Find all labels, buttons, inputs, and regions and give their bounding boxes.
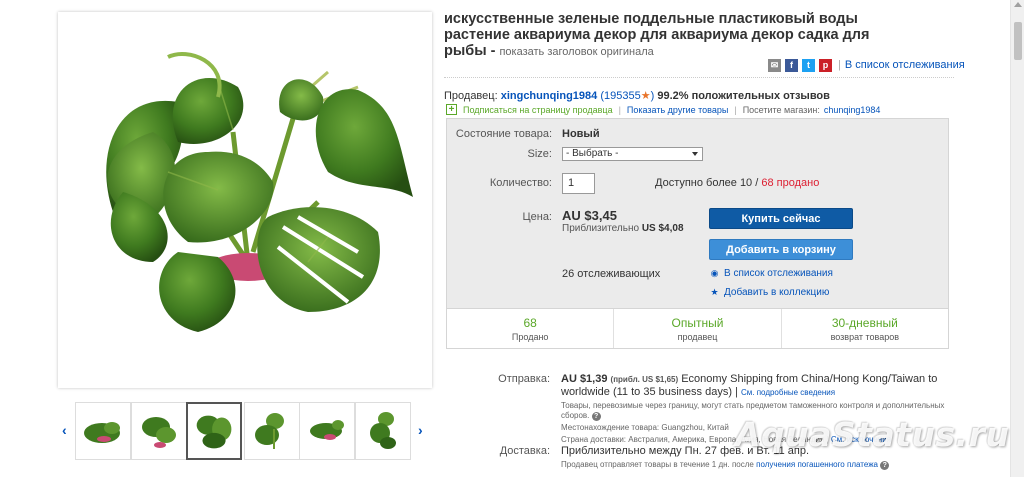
thumbnail[interactable] [299,402,355,460]
feedback-count[interactable]: 195355 [604,90,641,102]
star-icon: ★ [640,90,651,102]
email-icon[interactable]: ✉ [768,58,781,72]
available-text: Доступно более 10 / [655,177,759,189]
main-product-image[interactable] [58,12,432,388]
size-select-value: - Выбрать - [566,148,619,159]
thumb-prev-icon[interactable]: ‹ [62,422,67,438]
quantity-label: Количество: [489,177,552,189]
store-label: Посетите магазин: [742,104,820,115]
add-to-watchlist-link[interactable]: В список отслеживания [845,59,965,71]
thumbnail[interactable] [355,402,411,460]
facebook-icon[interactable]: f [785,58,798,72]
plant-image [58,12,432,388]
add-to-watchlist-label: В список отслеживания [724,268,833,279]
sold-count-link[interactable]: 68 продано [761,177,819,189]
buy-now-button[interactable]: Купить сейчас [709,208,853,229]
stat-returns: 30-дневный возврат товаров [830,316,900,342]
star-icon: ★ [710,287,719,297]
help-icon[interactable]: ? [591,412,601,421]
thumbnail[interactable] [244,402,300,460]
follow-seller-link[interactable]: Подписаться на страницу продавца [463,105,613,115]
seller-info: Продавец: xingchunqing1984 (195355★) 99.… [444,90,830,102]
watchers-count: 26 отслеживающих [562,268,661,280]
seller-name-link[interactable]: xingchunqing1984 [501,90,598,102]
seller-label: Продавец: [444,90,498,102]
other-items-link[interactable]: Показать другие товары [627,105,728,115]
cleared-payment-link[interactable]: получения погашенного платежа [756,460,878,469]
buy-box: Состояние товара: Новый Size: - Выбрать … [446,118,949,349]
price-label: Цена: [522,211,552,223]
show-original-title-link[interactable]: показать заголовок оригинала [499,46,653,58]
shipping-cost: AU $1,39 [561,373,608,385]
stats-bar: 68 Продано Опытный продавец 30-дневный в… [447,308,948,348]
add-to-cart-button[interactable]: Добавить в корзину [709,239,853,260]
stat-seller: Опытный продавец [614,309,782,348]
scroll-up-icon[interactable] [1014,2,1022,7]
thumbnail[interactable] [75,402,131,460]
shipping-details-link[interactable]: См. подробные сведения [741,388,835,397]
thumbnail[interactable] [131,402,187,460]
size-select[interactable]: - Выбрать - [562,147,703,161]
help-icon[interactable]: ? [880,461,890,470]
quantity-input[interactable]: 1 [562,173,595,194]
eye-icon: ◉ [710,268,719,278]
delivery-label: Доставка: [499,445,550,457]
listing-page: ‹ › искусственные зеленые поддельные пла… [0,0,1010,477]
add-to-watchlist-action[interactable]: ◉ В список отслеживания [709,268,833,279]
condition-value: Новый [562,128,600,140]
seller-actions: + Подписаться на страницу продавца | Пок… [446,104,880,115]
condition-label: Состояние товара: [455,128,552,140]
chevron-down-icon [692,152,698,156]
share-bar: ✉ f t p | В список отслеживания [768,58,965,72]
availability: Доступно более 10 / 68 продано [655,177,819,189]
shipping-label: Отправка: [498,373,550,385]
twitter-icon[interactable]: t [802,58,815,72]
watermark-logo: AquaStatus.ru [735,415,1010,454]
thumbnail-strip: ‹ › [58,402,430,462]
price-value: AU $3,45 [562,208,617,223]
shipping-cost-approx: (прибл. US $1,65) [610,375,679,384]
plus-icon[interactable]: + [446,104,457,115]
positive-feedback: 99.2% положительных отзывов [657,90,830,102]
item-title: искусственные зеленые поддельные пластик… [444,11,914,60]
stat-sold: 68 Продано [447,309,615,348]
vertical-scrollbar[interactable] [1010,0,1024,477]
scroll-thumb[interactable] [1014,22,1022,60]
add-to-collection-label: Добавить в коллекцию [724,287,830,298]
store-link[interactable]: chunqing1984 [824,105,881,115]
thumb-next-icon[interactable]: › [418,422,423,438]
approx-price: Приблизительно US $4,08 [562,223,684,234]
add-to-collection-action[interactable]: ★ Добавить в коллекцию [709,287,829,298]
pinterest-icon[interactable]: p [819,58,832,72]
size-label: Size: [527,148,552,160]
thumbnail-selected[interactable] [186,402,242,460]
divider [444,77,954,78]
